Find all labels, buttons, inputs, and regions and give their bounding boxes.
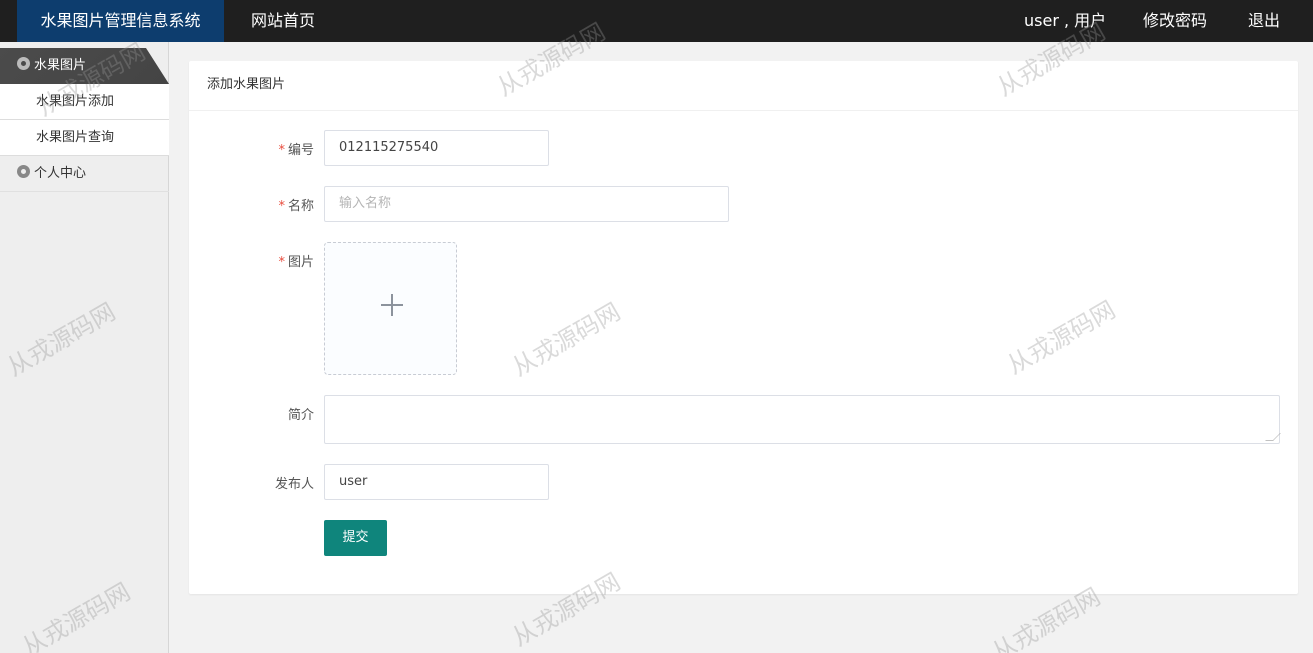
plus-icon-vertical [391,294,393,316]
change-password-link[interactable]: 修改密码 [1143,0,1207,42]
image-label-text: 图片 [287,255,314,270]
submit-button[interactable]: 提交 [324,520,387,556]
intro-label: 简介 [287,408,314,423]
code-label: * 编号 [189,139,314,158]
brand-title[interactable]: 水果图片管理信息系统 [17,0,224,42]
sidebar-group-personal-center[interactable]: 个人中心 [0,156,169,192]
code-label-text: 编号 [287,143,314,158]
sidebar-group-label: 个人中心 [34,166,87,181]
top-header: 水果图片管理信息系统 网站首页 user , 用户 修改密码 退出 [0,0,1313,42]
sidebar: 水果图片 水果图片添加 水果图片查询 个人中心 [0,42,169,653]
gear-icon [17,57,30,70]
name-label: * 名称 [189,195,314,214]
name-label-text: 名称 [287,199,314,214]
required-mark: * [278,143,285,158]
sidebar-item-fruit-query[interactable]: 水果图片查询 [0,120,169,156]
required-mark: * [278,199,285,214]
publisher-input[interactable]: user [324,464,549,500]
home-link[interactable]: 网站首页 [251,0,315,42]
image-upload[interactable] [324,242,457,375]
gear-icon [17,165,30,178]
resize-handle[interactable] [1265,433,1281,441]
sidebar-group-fruit-images[interactable]: 水果图片 [0,48,169,84]
code-input[interactable]: 012115275540 [324,130,549,166]
sidebar-group-label: 水果图片 [34,58,87,73]
intro-textarea[interactable] [324,395,1281,444]
form-card: 添加水果图片 * 编号 012115275540 * 名称 输入名称 * 图片 简介 … [189,61,1298,594]
name-input[interactable]: 输入名称 [324,186,729,222]
card-title: 添加水果图片 [189,61,1298,111]
user-info[interactable]: user , 用户 [1024,0,1106,42]
image-label: * 图片 [189,251,314,270]
publisher-label: 发布人 [274,477,314,492]
logout-link[interactable]: 退出 [1248,0,1280,42]
sidebar-item-fruit-add[interactable]: 水果图片添加 [0,84,169,120]
required-mark: * [278,255,285,270]
